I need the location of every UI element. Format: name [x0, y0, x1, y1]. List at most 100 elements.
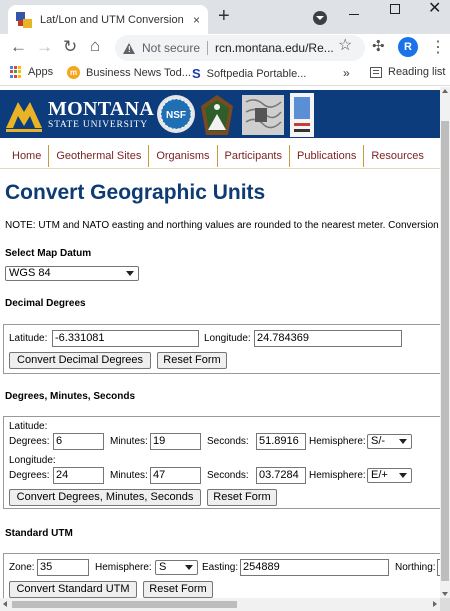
lon-minutes-label: Minutes:: [110, 470, 148, 481]
forward-arrow-icon[interactable]: →: [36, 37, 53, 57]
scroll-up-icon[interactable]: [442, 89, 448, 93]
minimize-icon[interactable]: [349, 14, 359, 15]
lat-hemisphere-select[interactable]: S/-: [367, 434, 412, 449]
vertical-scrollbar[interactable]: [440, 87, 450, 598]
map-datum-value: WGS 84: [9, 267, 51, 279]
page-title: Convert Geographic Units: [5, 181, 266, 204]
site-nav: Home Geothermal Sites Organisms Particip…: [0, 144, 440, 168]
bookmark-star-icon[interactable]: ☆: [338, 35, 352, 55]
back-arrow-icon[interactable]: ←: [10, 37, 27, 57]
tab-title: Lat/Lon and UTM Conversion - Y: [40, 13, 187, 26]
utm-easting-label: Easting:: [202, 562, 239, 573]
nsf-seal-icon[interactable]: NSF: [156, 94, 196, 134]
nav-organisms[interactable]: Organisms: [149, 145, 218, 167]
nav-home[interactable]: Home: [0, 145, 50, 167]
lon-degrees-input[interactable]: 24: [53, 467, 104, 484]
chevron-down-icon: [399, 473, 407, 478]
browser-toolbar: ← → ↻ ⌂ ! Not secure rcn.montana.edu/Re.…: [0, 34, 450, 62]
apps-grid-icon: [10, 66, 22, 78]
lat-seconds-label: Seconds:: [207, 436, 249, 447]
utm-zone-input[interactable]: 35: [37, 559, 89, 576]
partner-logo-icon[interactable]: [290, 93, 314, 137]
bookmark-softpedia-label: Softpedia Portable...: [206, 67, 307, 80]
longitude-label: Longitude:: [204, 333, 251, 344]
lat-hemisphere-label: Hemisphere:: [309, 436, 366, 447]
park-service-arrowhead-icon[interactable]: [200, 94, 234, 136]
utm-northing-label: Northing:: [395, 562, 436, 573]
university-name[interactable]: MONTANA: [48, 99, 154, 119]
bookmark-apps[interactable]: Apps: [10, 66, 53, 78]
maximize-icon[interactable]: [390, 4, 400, 14]
rounding-note: NOTE: UTM and NATO easting and northing …: [5, 220, 439, 231]
dms-form: Latitude: Degrees: 6 Minutes: 19 Seconds…: [3, 416, 440, 509]
browser-menu-icon[interactable]: ⋮: [430, 37, 446, 57]
lon-hemisphere-label: Hemisphere:: [309, 470, 366, 481]
lon-hemisphere-select[interactable]: E/+: [367, 468, 412, 483]
nav-geothermal-sites[interactable]: Geothermal Sites: [49, 145, 150, 167]
utm-hemisphere-value: S: [159, 561, 167, 573]
decimal-reset-button[interactable]: Reset Form: [157, 352, 227, 369]
convert-decimal-degrees-button[interactable]: Convert Decimal Degrees: [9, 352, 151, 369]
scroll-right-icon[interactable]: [433, 601, 437, 607]
profile-avatar[interactable]: R: [398, 37, 418, 57]
dms-reset-button[interactable]: Reset Form: [207, 489, 277, 506]
not-secure-label[interactable]: Not secure: [142, 41, 200, 55]
home-icon[interactable]: ⌂: [90, 36, 100, 56]
topographic-map-logo-icon[interactable]: [241, 94, 285, 136]
reload-icon[interactable]: ↻: [63, 37, 77, 57]
utm-easting-input[interactable]: 254889: [240, 559, 389, 576]
address-divider: [207, 41, 209, 55]
chevron-down-icon: [126, 271, 134, 276]
lat-minutes-input[interactable]: 19: [150, 433, 201, 450]
softpedia-icon: S: [192, 66, 201, 81]
warning-icon[interactable]: !: [123, 42, 135, 54]
bookmark-softpedia[interactable]: S Softpedia Portable...: [192, 66, 306, 81]
site-banner: MONTANA STATE UNIVERSITY NSF: [0, 90, 440, 138]
lon-hemisphere-value: E/+: [371, 469, 388, 481]
horizontal-scroll-thumb[interactable]: [12, 601, 237, 608]
map-datum-select[interactable]: WGS 84: [5, 266, 139, 281]
nav-participants[interactable]: Participants: [218, 145, 290, 167]
more-bookmarks-button[interactable]: »: [343, 66, 350, 80]
convert-standard-utm-button[interactable]: Convert Standard UTM: [9, 581, 137, 598]
nav-resources[interactable]: Resources: [364, 145, 431, 167]
scroll-down-icon[interactable]: [442, 592, 448, 596]
scroll-left-icon[interactable]: [3, 601, 7, 607]
nav-divider: [0, 168, 440, 169]
university-subtitle[interactable]: STATE UNIVERSITY: [48, 120, 148, 130]
lat-degrees-input[interactable]: 6: [53, 433, 104, 450]
browser-tab[interactable]: Lat/Lon and UTM Conversion - Y ×: [8, 5, 208, 34]
utm-zone-label: Zone:: [9, 562, 35, 573]
new-tab-button[interactable]: +: [218, 6, 230, 26]
lat-minutes-label: Minutes:: [110, 436, 148, 447]
lat-degrees-label: Degrees:: [9, 436, 50, 447]
nav-publications[interactable]: Publications: [290, 145, 365, 167]
bookmark-business-news[interactable]: m Business News Tod...: [67, 66, 191, 79]
lat-seconds-input[interactable]: 51.8916: [256, 433, 306, 450]
horizontal-scrollbar[interactable]: [0, 598, 440, 611]
tab-close-icon[interactable]: ×: [193, 13, 200, 27]
utm-form: Zone: 35 Hemisphere: S Easting: 254889 N…: [3, 553, 440, 598]
convert-dms-button[interactable]: Convert Degrees, Minutes, Seconds: [9, 489, 201, 506]
utm-hemisphere-label: Hemisphere:: [95, 562, 152, 573]
address-bar[interactable]: ! Not secure rcn.montana.edu/Re...: [115, 35, 365, 61]
decimal-degrees-heading: Decimal Degrees: [5, 298, 86, 309]
reading-list-button[interactable]: Reading list: [370, 66, 445, 78]
chevron-down-icon: [185, 565, 193, 570]
lon-seconds-input[interactable]: 03.7284: [256, 467, 306, 484]
extensions-puzzle-icon[interactable]: ✣: [372, 37, 385, 55]
msu-mountain-logo-icon[interactable]: [4, 94, 44, 134]
decimal-longitude-input[interactable]: 24.784369: [254, 330, 402, 347]
bookmark-business-news-label: Business News Tod...: [86, 66, 191, 79]
browser-tabstrip: Lat/Lon and UTM Conversion - Y × + ✕: [0, 0, 450, 34]
utm-hemisphere-select[interactable]: S: [155, 560, 198, 575]
window-close-icon[interactable]: ✕: [428, 0, 441, 18]
decimal-latitude-input[interactable]: -6.331081: [52, 330, 199, 347]
utm-reset-button[interactable]: Reset Form: [143, 581, 213, 598]
tab-search-icon[interactable]: [313, 11, 327, 25]
lon-minutes-input[interactable]: 47: [150, 467, 201, 484]
bookmark-apps-label: Apps: [28, 66, 54, 78]
lon-degrees-label: Degrees:: [9, 470, 50, 481]
lon-seconds-label: Seconds:: [207, 470, 249, 481]
vertical-scroll-thumb[interactable]: [441, 121, 449, 581]
